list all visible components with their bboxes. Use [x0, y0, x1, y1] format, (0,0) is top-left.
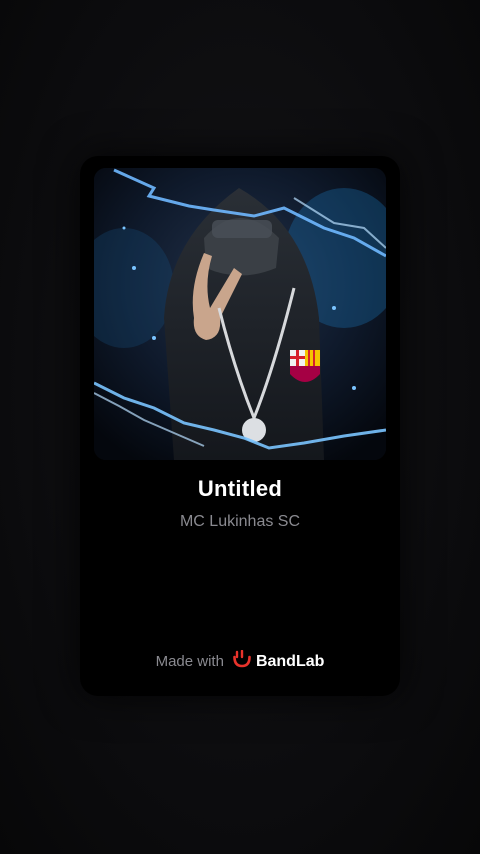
share-screen: Untitled MC Lukinhas SC Made with BandLa…	[0, 0, 480, 854]
bandlab-brand[interactable]: BandLab	[232, 649, 325, 673]
bandlab-logo-icon	[232, 649, 252, 673]
track-title: Untitled	[197, 476, 283, 501]
artist-name[interactable]: MC Lukinhas SC	[80, 513, 400, 531]
made-with-label: Made with	[155, 653, 224, 670]
album-cover-image	[94, 168, 386, 460]
bandlab-name: BandLab	[255, 652, 325, 670]
track-card[interactable]: Untitled MC Lukinhas SC Made with BandLa…	[80, 156, 400, 696]
made-with-bandlab[interactable]: Made with BandLab	[80, 649, 400, 673]
